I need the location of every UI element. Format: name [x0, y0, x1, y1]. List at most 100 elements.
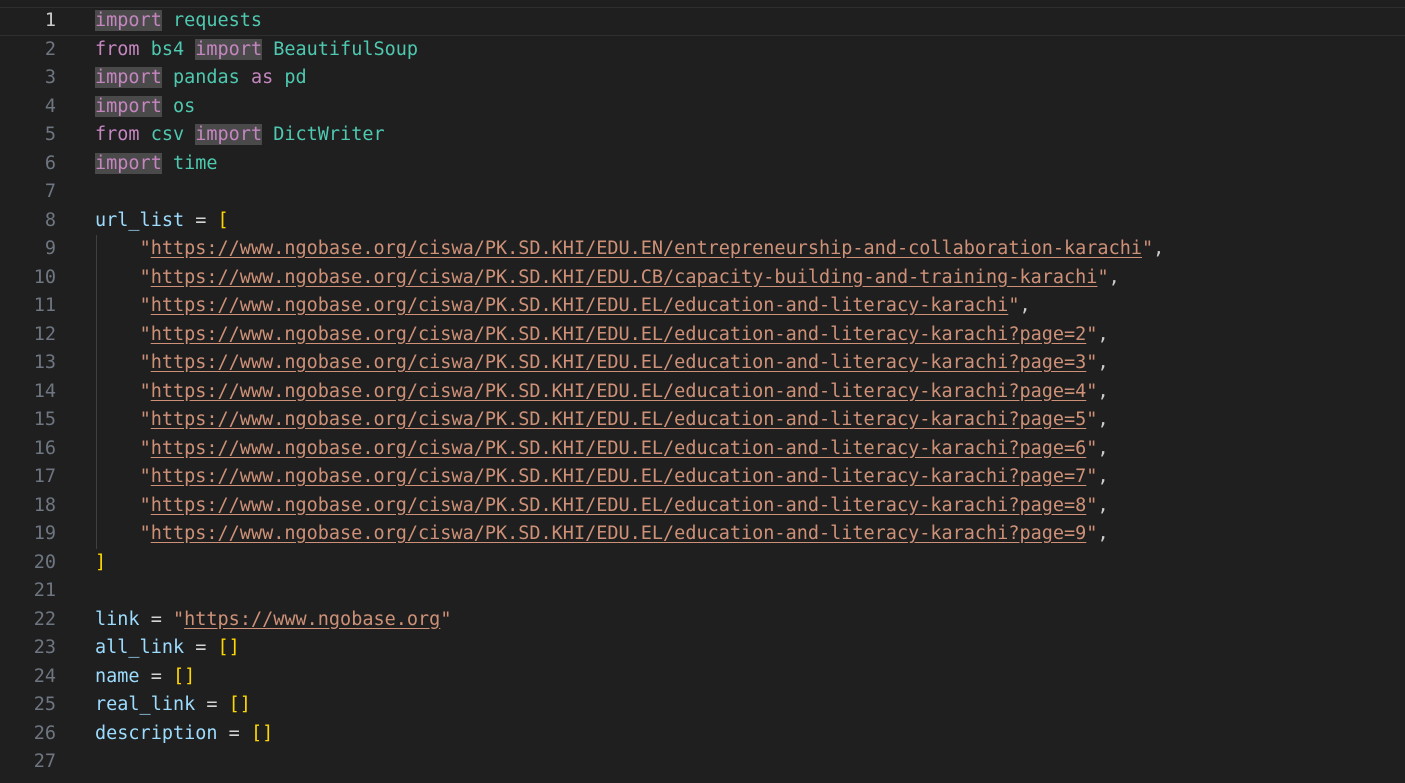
code-line[interactable]: 12 "https://www.ngobase.org/ciswa/PK.SD.…	[0, 320, 1405, 350]
url-string: https://www.ngobase.org/ciswa/PK.SD.KHI/…	[150, 352, 1087, 373]
code-line[interactable]: 13 "https://www.ngobase.org/ciswa/PK.SD.…	[0, 349, 1405, 378]
comma: ,	[1097, 437, 1109, 459]
code-line[interactable]: 11 "https://www.ngobase.org/ciswa/PK.SD.…	[0, 292, 1405, 321]
line-number: 12	[33, 323, 56, 345]
code-line[interactable]: 7	[0, 178, 1405, 207]
line-number: 25	[33, 694, 56, 715]
code-content: from csv import DictWriter	[95, 121, 385, 150]
line-number: 2	[44, 38, 56, 60]
code-line[interactable]: 16 "https://www.ngobase.org/ciswa/PK.SD.…	[0, 434, 1405, 464]
code-line[interactable]: 19 "https://www.ngobase.org/ciswa/PK.SD.…	[0, 520, 1405, 549]
code-line[interactable]: 24 name = []	[0, 663, 1405, 692]
string-quote: "	[139, 494, 151, 516]
string-quote: "	[1086, 523, 1098, 544]
assign-operator: =	[184, 637, 218, 658]
assign-operator: =	[195, 694, 229, 715]
editor-top-edge	[0, 0, 1405, 6]
string-quote: "	[139, 323, 151, 345]
imported-name: BeautifulSoup	[273, 38, 419, 60]
code-line[interactable]: 1 import requests	[0, 7, 1405, 36]
code-line[interactable]: 3 import pandas as pd	[0, 64, 1405, 93]
string-quote: "	[139, 352, 151, 373]
comma: ,	[1097, 494, 1109, 516]
code-content: url_list = [	[95, 207, 229, 236]
code-content: "https://www.ngobase.org/ciswa/PK.SD.KHI…	[95, 435, 1109, 464]
code-line[interactable]: 8 url_list = [	[0, 207, 1405, 236]
code-content: "https://www.ngobase.org/ciswa/PK.SD.KHI…	[95, 406, 1109, 435]
comma: ,	[1108, 266, 1120, 288]
variable-name: description	[95, 722, 218, 744]
keyword-as: as	[250, 67, 274, 88]
empty-list: []	[228, 694, 251, 715]
comma: ,	[1097, 466, 1109, 487]
code-line[interactable]: 4 import os	[0, 93, 1405, 122]
code-content: import requests	[95, 8, 262, 35]
keyword-import: import	[195, 38, 263, 60]
code-content: ]	[95, 549, 106, 578]
line-number: 14	[33, 380, 56, 402]
line-number: 10	[33, 266, 56, 288]
line-number: 22	[33, 608, 56, 630]
module-name: csv	[150, 124, 185, 145]
code-content: "https://www.ngobase.org/ciswa/PK.SD.KHI…	[95, 321, 1109, 350]
variable-name: name	[95, 665, 140, 687]
code-content: "https://www.ngobase.org/ciswa/PK.SD.KHI…	[95, 492, 1109, 521]
code-line[interactable]: 10 "https://www.ngobase.org/ciswa/PK.SD.…	[0, 263, 1405, 293]
module-name: pandas	[172, 67, 240, 88]
code-line[interactable]: 14 "https://www.ngobase.org/ciswa/PK.SD.…	[0, 377, 1405, 406]
code-line[interactable]: 6 import time	[0, 150, 1405, 179]
comma: ,	[1097, 380, 1109, 402]
code-line[interactable]: 25 real_link = []	[0, 691, 1405, 720]
string-quote: "	[139, 238, 151, 259]
code-content: name = []	[95, 663, 195, 692]
empty-list: []	[172, 665, 196, 687]
code-line[interactable]: 9 "https://www.ngobase.org/ciswa/PK.SD.K…	[0, 235, 1405, 264]
variable-name: real_link	[95, 694, 196, 715]
string-quote: "	[1086, 352, 1098, 373]
code-content: "https://www.ngobase.org/ciswa/PK.SD.KHI…	[95, 264, 1120, 293]
line-number: 19	[33, 523, 56, 544]
string-quote: "	[1086, 437, 1098, 459]
string-quote: "	[1097, 266, 1109, 288]
module-alias: pd	[284, 67, 307, 88]
string-quote: "	[139, 380, 151, 402]
code-line[interactable]: 5 from csv import DictWriter	[0, 121, 1405, 150]
code-content: "https://www.ngobase.org/ciswa/PK.SD.KHI…	[95, 349, 1109, 378]
code-line[interactable]: 23 all_link = []	[0, 634, 1405, 663]
code-editor[interactable]: 1 import requests 2 from bs4 import Beautif…	[0, 0, 1405, 783]
url-string: https://www.ngobase.org/ciswa/PK.SD.KHI/…	[150, 238, 1142, 259]
line-number: 11	[33, 295, 56, 316]
line-number: 3	[44, 67, 56, 88]
string-quote: "	[139, 523, 151, 544]
line-number: 24	[33, 665, 56, 687]
code-line[interactable]: 15 "https://www.ngobase.org/ciswa/PK.SD.…	[0, 406, 1405, 435]
code-line[interactable]: 22 link = "https://www.ngobase.org"	[0, 606, 1405, 635]
code-line[interactable]: 18 "https://www.ngobase.org/ciswa/PK.SD.…	[0, 491, 1405, 521]
keyword-import: import	[95, 10, 162, 31]
comma: ,	[1097, 352, 1109, 373]
module-name: requests	[172, 10, 263, 31]
line-number: 16	[33, 437, 56, 459]
code-line[interactable]: 27	[0, 748, 1405, 777]
module-name: os	[172, 95, 196, 117]
code-content: "https://www.ngobase.org/ciswa/PK.SD.KHI…	[95, 292, 1031, 321]
keyword-import: import	[95, 67, 162, 88]
string-quote: "	[440, 608, 452, 630]
keyword-from: from	[95, 124, 140, 145]
code-line[interactable]: 20]	[0, 549, 1405, 578]
code-line[interactable]: 2 from bs4 import BeautifulSoup	[0, 36, 1405, 65]
code-content: "https://www.ngobase.org/ciswa/PK.SD.KHI…	[95, 235, 1165, 264]
line-number: 13	[33, 352, 56, 373]
url-string: https://www.ngobase.org/ciswa/PK.SD.KHI/…	[150, 295, 1009, 316]
string-quote: "	[1086, 380, 1098, 402]
assign-operator: =	[139, 665, 173, 687]
code-line[interactable]: 21	[0, 577, 1405, 606]
keyword-import: import	[95, 152, 162, 174]
line-number: 21	[33, 580, 56, 601]
comma: ,	[1097, 409, 1109, 430]
url-string: https://www.ngobase.org/ciswa/PK.SD.KHI/…	[150, 380, 1087, 402]
code-line[interactable]: 26 description = []	[0, 720, 1405, 749]
line-number: 9	[44, 238, 56, 259]
imported-name: DictWriter	[273, 124, 385, 145]
code-line[interactable]: 17 "https://www.ngobase.org/ciswa/PK.SD.…	[0, 463, 1405, 492]
